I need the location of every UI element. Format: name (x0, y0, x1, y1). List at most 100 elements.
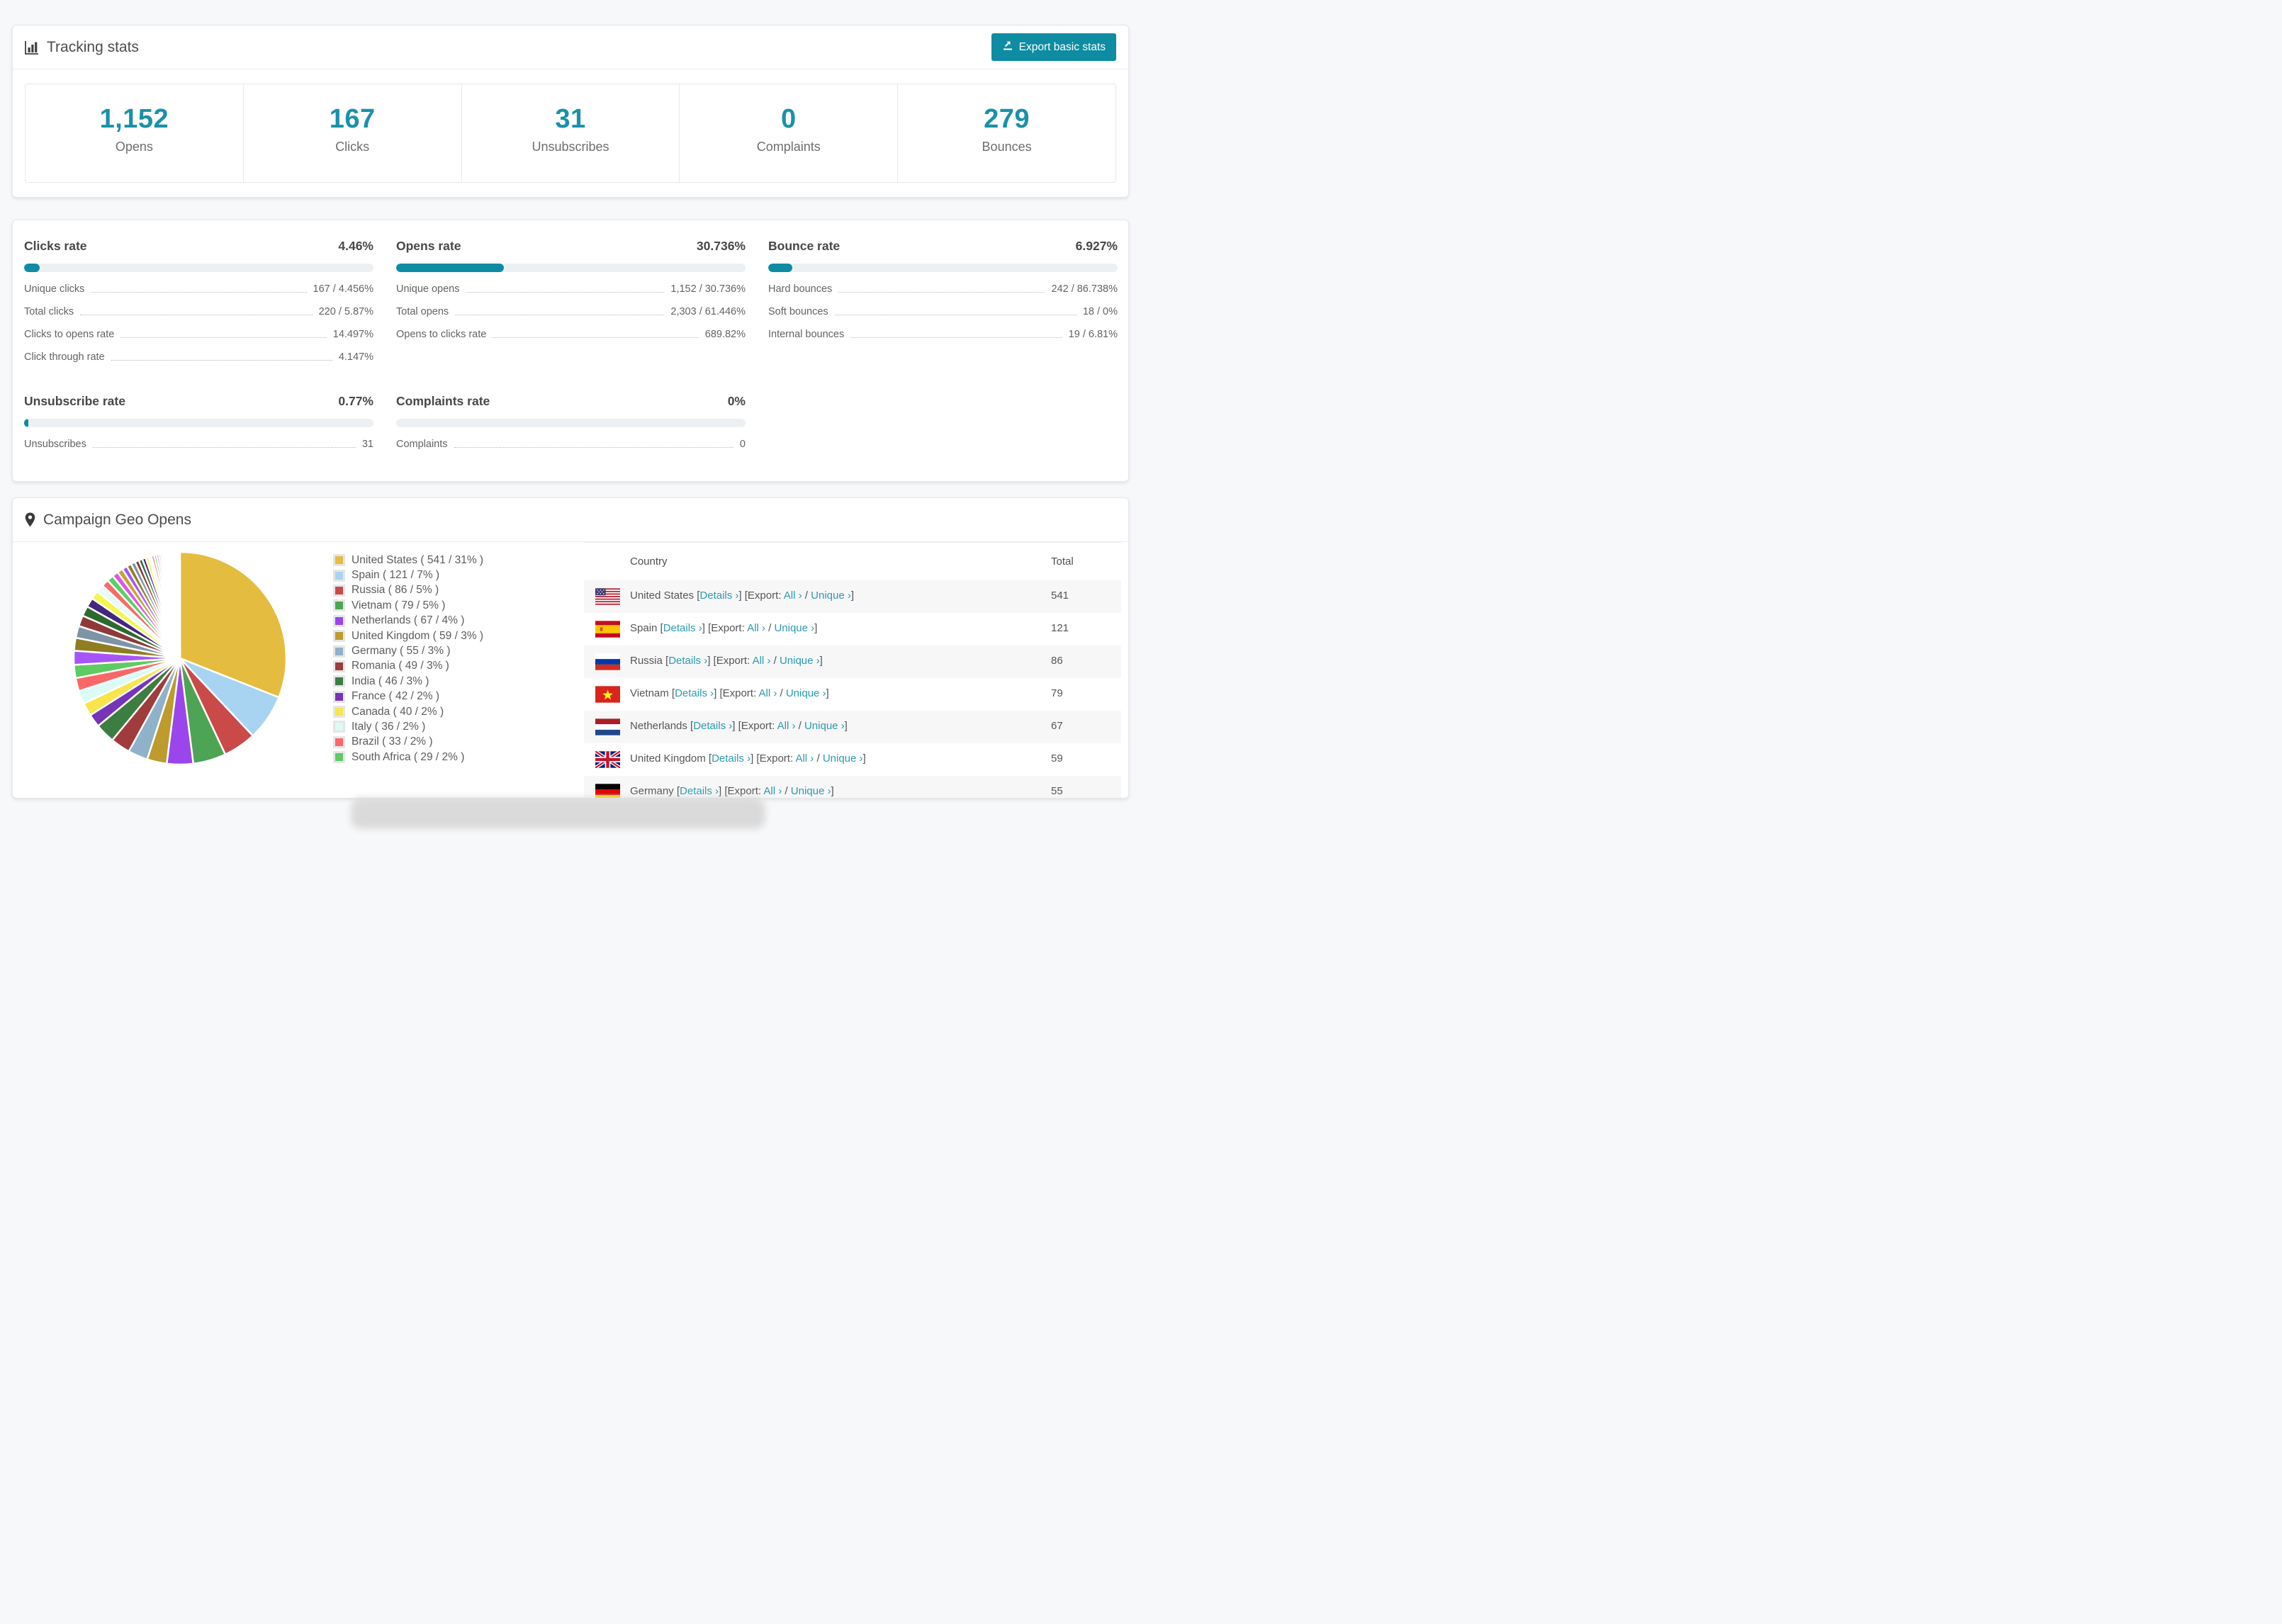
dotted-leader (838, 292, 1045, 293)
rate-title: Unsubscribe rate (24, 394, 125, 408)
rate-stat-row: Internal bounces 19 / 6.81% (768, 329, 1118, 340)
details-link[interactable]: Details › (680, 785, 719, 797)
export-all-link[interactable]: All › (777, 720, 796, 732)
stat-label: Unsubscribes (532, 140, 609, 154)
rate-stat-row: Opens to clicks rate 689.82% (396, 329, 746, 340)
export-unique-link[interactable]: Unique › (811, 590, 851, 602)
column-header-country: Country (630, 556, 668, 568)
country-name: Vietnam [ (630, 687, 675, 699)
legend-label: United Kingdom ( 59 / 3% ) (352, 629, 484, 642)
rate-percent: 0.77% (338, 394, 373, 408)
link-separator: / (802, 590, 811, 602)
export-unique-link[interactable]: Unique › (786, 687, 826, 699)
export-unique-link[interactable]: Unique › (774, 622, 814, 634)
export-unique-link[interactable]: Unique › (804, 720, 845, 732)
rates-row-2: Unsubscribe rate 0.77% Unsubscribes 31 Compl… (24, 394, 1118, 450)
legend-swatch (333, 721, 345, 733)
stat-row-label: Unique opens (396, 283, 460, 295)
export-all-link[interactable]: All › (758, 687, 777, 699)
export-unique-link[interactable]: Unique › (780, 655, 820, 667)
stat-row-label: Hard bounces (768, 283, 833, 295)
stat-row-value: 242 / 86.738% (1051, 283, 1118, 295)
rate-stat-row: Unsubscribes 31 (24, 439, 373, 450)
link-separator: / (770, 655, 780, 667)
rate-stat-row: Hard bounces 242 / 86.738% (768, 283, 1118, 295)
pie-legend: United States ( 541 / 31% ) Spain ( 121 /… (333, 553, 483, 765)
details-link[interactable]: Details › (675, 687, 714, 699)
export-all-link[interactable]: All › (753, 655, 771, 667)
stat-value: 0 (780, 104, 797, 134)
country-cell: Vietnam [Details ›] [Export: All › / Uni… (630, 687, 829, 699)
stat-row-value: 1,152 / 30.736% (670, 283, 746, 295)
details-link[interactable]: Details › (693, 720, 732, 732)
bracket-close: ] (862, 752, 866, 765)
stat-row-value: 19 / 6.81% (1068, 329, 1118, 340)
legend-item-romania: Romania ( 49 / 3% ) (333, 659, 483, 674)
details-link[interactable]: Details › (668, 655, 707, 667)
rate-title: Complaints rate (396, 394, 490, 408)
legend-label: Canada ( 40 / 2% ) (352, 705, 444, 718)
dotted-leader (454, 447, 734, 448)
legend-item-italy: Italy ( 36 / 2% ) (333, 719, 483, 734)
rate-stat-row: Total clicks 220 / 5.87% (24, 306, 373, 317)
geo-table-row-vietnam: Vietnam [Details ›] [Export: All › / Uni… (584, 678, 1121, 711)
rate-progress-track (24, 264, 373, 272)
link-separator: / (765, 622, 775, 634)
legend-item-vietnam: Vietnam ( 79 / 5% ) (333, 598, 483, 613)
stat-cell-complaints: 0 Complaints (680, 84, 899, 182)
bracket-close: ] (850, 590, 855, 602)
rate-stat-row: Complaints 0 (396, 439, 746, 450)
legend-label: United States ( 541 / 31% ) (352, 553, 484, 566)
export-unique-link[interactable]: Unique › (791, 785, 831, 797)
legend-label: Netherlands ( 67 / 4% ) (352, 614, 465, 627)
tracking-stats-card: Tracking stats Export basic stats 1,152 O… (12, 25, 1129, 198)
rate-progress-fill (768, 264, 793, 272)
geo-table-body: United States [Details ›] [Export: All ›… (584, 580, 1121, 798)
rate-progress-track (396, 419, 746, 427)
total-value: 86 (1051, 655, 1063, 667)
legend-item-spain: Spain ( 121 / 7% ) (333, 568, 483, 582)
rate-stat-row: Unique opens 1,152 / 30.736% (396, 283, 746, 295)
details-link[interactable]: Details › (699, 590, 738, 602)
stat-value: 31 (555, 104, 586, 134)
legend-item-united-kingdom: United Kingdom ( 59 / 3% ) (333, 628, 483, 643)
export-basic-stats-button[interactable]: Export basic stats (991, 33, 1116, 61)
bottom-overlay-shadow (351, 798, 765, 829)
geo-table-header: Country Total (584, 542, 1121, 580)
rate-stat-row: Clicks to opens rate 14.497% (24, 329, 373, 340)
country-name: Netherlands [ (630, 720, 694, 732)
legend-label: France ( 42 / 2% ) (352, 690, 440, 703)
stat-value: 167 (329, 104, 376, 134)
country-cell: Germany [Details ›] [Export: All › / Uni… (630, 785, 834, 797)
export-all-link[interactable]: All › (784, 590, 802, 602)
dotted-leader (111, 360, 332, 361)
dotted-leader (120, 337, 327, 338)
legend-item-russia: Russia ( 86 / 5% ) (333, 583, 483, 598)
stat-row-value: 4.147% (338, 351, 373, 363)
country-name: United Kingdom [ (630, 752, 712, 765)
export-all-link[interactable]: All › (763, 785, 782, 797)
export-unique-link[interactable]: Unique › (823, 752, 863, 765)
details-link[interactable]: Details › (712, 752, 751, 765)
export-all-link[interactable]: All › (795, 752, 814, 765)
stat-row-label: Clicks to opens rate (24, 329, 115, 340)
details-link[interactable]: Details › (663, 622, 702, 634)
legend-item-south-africa: South Africa ( 29 / 2% ) (333, 750, 483, 765)
stat-row-label: Soft bounces (768, 306, 828, 317)
country-cell: Russia [Details ›] [Export: All › / Uniq… (630, 655, 823, 667)
stat-row-value: 18 / 0% (1082, 306, 1118, 317)
export-prefix-text: ] [Export: (702, 622, 748, 634)
legend-item-united-states: United States ( 541 / 31% ) (333, 553, 483, 568)
legend-label: Germany ( 55 / 3% ) (352, 645, 451, 658)
stat-row-value: 31 (361, 439, 373, 450)
legend-label: South Africa ( 29 / 2% ) (352, 750, 465, 763)
dotted-leader (850, 337, 1062, 338)
country-cell: Spain [Details ›] [Export: All › / Uniqu… (630, 622, 817, 634)
dotted-leader (466, 292, 665, 293)
rate-percent: 4.46% (338, 239, 373, 253)
stat-label: Complaints (756, 140, 821, 154)
stat-label: Opens (115, 140, 153, 154)
export-all-link[interactable]: All › (747, 622, 765, 634)
column-header-total: Total (1051, 556, 1074, 568)
rate-percent: 6.927% (1075, 239, 1118, 253)
